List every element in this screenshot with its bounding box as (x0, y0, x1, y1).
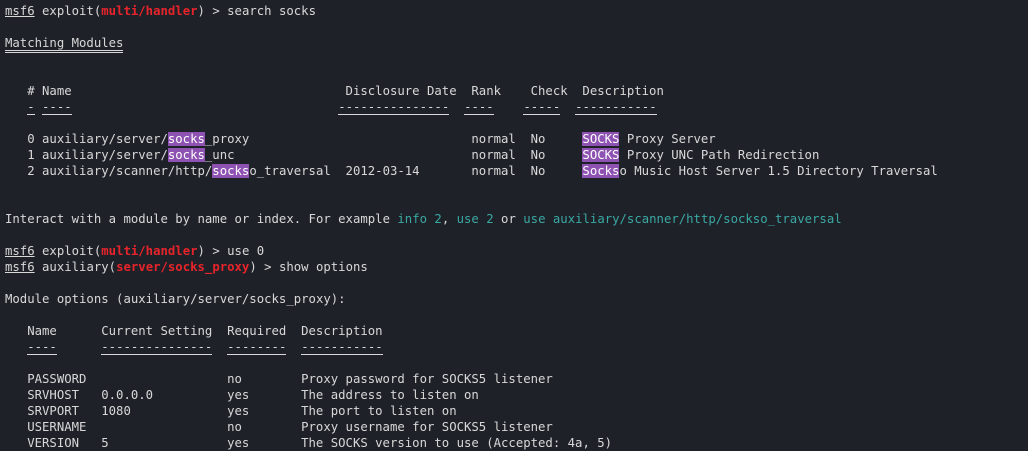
command-line: msf6 exploit(multi/handler) > search soc… (5, 4, 316, 18)
option-row[interactable]: PASSWORD no Proxy password for SOCKS5 list… (5, 371, 1028, 387)
table-row[interactable]: 1 auxiliary/server/socks_unc normal No SOCKS… (5, 147, 1028, 163)
command-line: msf6 auxiliary(server/socks_proxy) > sho… (5, 260, 368, 274)
options-header-rule: ---- --------------- -------- ----------… (27, 340, 383, 355)
terminal-output[interactable]: msf6 exploit(multi/handler) > search soc… (5, 3, 1028, 451)
active-module: multi/handler (101, 4, 198, 18)
prompt-label: msf6 (5, 260, 35, 274)
active-module: multi/handler (101, 244, 198, 258)
option-row[interactable]: SRVHOST 0.0.0.0 yes The address to listen o… (5, 387, 1028, 403)
table-header: # Name Disclosure Date Rank Check Description (27, 84, 664, 98)
command-line: msf6 exploit(multi/handler) > use 0 (5, 244, 265, 258)
prompt-label: msf6 (5, 4, 35, 18)
table-row[interactable]: 2 auxiliary/scanner/http/sockso_traversal… (5, 163, 1028, 179)
options-heading: Module options (auxiliary/server/socks_p… (5, 292, 346, 306)
option-row[interactable]: SRVPORT 1080 yes The port to listen on (5, 403, 1028, 419)
option-row[interactable]: USERNAME no Proxy username for SOCKS5 list… (5, 419, 1028, 435)
table-header-rule: - ---- --------------- ---- ----- ------… (27, 100, 657, 115)
info-link[interactable]: info 2 (397, 212, 441, 226)
option-row[interactable]: VERSION 5 yes The SOCKS version to use (Acc… (5, 435, 1028, 451)
use-index-link[interactable]: use 2 (457, 212, 494, 226)
hint-line: Interact with a module by name or index.… (5, 212, 842, 226)
options-header: Name Current Setting Required Description (27, 324, 383, 338)
prompt-label: msf6 (5, 244, 35, 258)
use-module-link[interactable]: use auxiliary/scanner/http/sockso_traver… (523, 212, 841, 226)
table-row[interactable]: 0 auxiliary/server/socks_proxy normal No SOC… (5, 131, 1028, 147)
active-module: server/socks_proxy (116, 260, 250, 274)
section-heading: Matching Modules (5, 35, 1028, 53)
